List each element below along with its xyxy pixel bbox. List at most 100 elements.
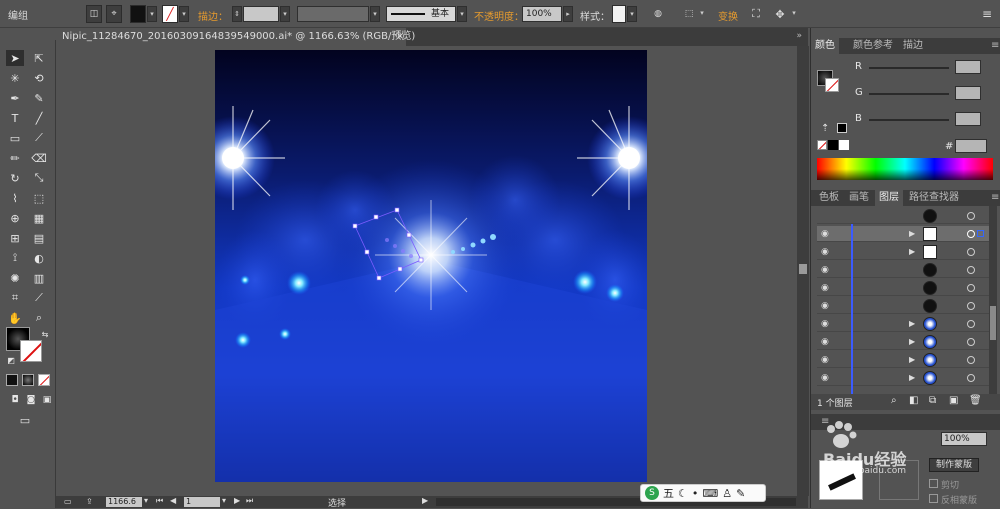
direct-selection-tool-icon[interactable]: ⇱ (30, 50, 48, 66)
layer-row[interactable]: ◉ ▶ (817, 316, 989, 332)
rectangle-tool-icon[interactable]: ▭ (6, 130, 24, 146)
stroke-weight-field[interactable] (243, 6, 279, 22)
layer-row-selected[interactable]: ◉ ▶ (817, 226, 989, 242)
expand-arrow-icon[interactable]: ▶ (909, 229, 915, 238)
recolor-icon[interactable]: ◍ (650, 5, 666, 23)
visibility-eye-icon[interactable]: ◉ (821, 301, 831, 311)
opacity-dropdown[interactable]: ▸ (563, 6, 573, 22)
curvature-icon[interactable]: ✎ (30, 90, 48, 106)
delete-layer-icon[interactable]: 🗑 (969, 395, 982, 406)
first-artboard-icon[interactable]: ⏮ (156, 496, 163, 506)
artboard[interactable] (215, 50, 647, 482)
isolate-mode-icon[interactable]: ✥ (772, 5, 788, 23)
color-mode-icon[interactable] (6, 374, 18, 386)
extra-dropdown[interactable]: ▾ (789, 6, 799, 22)
layer-target-icon[interactable] (967, 248, 975, 256)
opacity-field[interactable]: 100% (522, 6, 562, 22)
visibility-eye-icon[interactable]: ◉ (821, 265, 831, 275)
artboard-number-field[interactable]: 1 (184, 497, 220, 507)
warp-icon[interactable]: ⌇ (6, 190, 24, 206)
export-icon[interactable]: ⇪ (86, 497, 93, 506)
free-transform-icon[interactable]: ⬚ (30, 190, 48, 206)
visibility-eye-icon[interactable]: ◉ (821, 337, 831, 347)
default-colors-icon[interactable]: ◩ (2, 352, 20, 368)
draw-inside-icon[interactable]: ▣ (38, 392, 56, 408)
crop-icon[interactable]: ⛶ (748, 5, 764, 23)
ime-toolbar[interactable]: S 五 ☾ • ⌨ ♙ ✎ (640, 484, 766, 502)
brush-dropdown[interactable]: ▾ (457, 6, 467, 22)
layer-target-icon[interactable] (967, 320, 975, 328)
swap-colors-icon[interactable]: ⇆ (36, 326, 54, 342)
clip-checkbox[interactable] (929, 479, 938, 488)
gradient-mode-icon[interactable] (22, 374, 34, 386)
layer-row[interactable] (817, 208, 989, 224)
next-artboard-icon[interactable]: ▶ (234, 496, 240, 505)
blue-value-field[interactable] (955, 112, 981, 126)
tab-color[interactable]: 颜色 (811, 38, 839, 54)
tools-icon[interactable]: ✎ (736, 487, 745, 500)
scale-icon[interactable]: ⤡ (30, 170, 48, 186)
align-icon[interactable]: ⬚ (682, 5, 696, 23)
stroke-label[interactable]: 描边： (198, 8, 228, 23)
ime-mode-label[interactable]: 五 (663, 485, 674, 501)
gradient-icon[interactable]: ▤ (30, 230, 48, 246)
scroll-thumb[interactable] (799, 264, 807, 274)
eraser-icon[interactable]: ⌫ (30, 150, 48, 166)
layer-target-icon[interactable] (967, 338, 975, 346)
stroke-weight-stepper[interactable]: ⇕ (232, 6, 242, 22)
none-swatch[interactable] (817, 140, 827, 150)
stroke-swatch[interactable]: ╱ (162, 5, 178, 23)
style-swatch[interactable] (612, 5, 626, 23)
layer-target-icon[interactable] (967, 284, 975, 292)
tabbar-arrow-icon[interactable]: » (796, 31, 802, 41)
new-sublayer-icon[interactable]: ⧉ (929, 395, 936, 406)
transform-link[interactable]: 变换 (718, 8, 738, 23)
out-of-gamut-swatch[interactable] (837, 123, 847, 133)
screen-mode-icon[interactable]: ▭ (16, 412, 34, 428)
fill-dropdown[interactable]: ▾ (147, 6, 157, 22)
document-tab[interactable]: Nipic_11284670_20160309164839549000.ai* … (56, 28, 415, 46)
locate-object-icon[interactable]: ⌕ (891, 395, 897, 406)
tab-swatches[interactable]: 色板 (815, 190, 843, 206)
hand-tool-icon[interactable]: ✋ (6, 310, 24, 326)
line-tool-icon[interactable]: ╱ (30, 110, 48, 126)
red-value-field[interactable] (955, 60, 981, 74)
web-safe-icon[interactable]: ⇡ (821, 123, 829, 134)
eyedropper-icon[interactable]: ⟟ (6, 250, 24, 266)
stroke-color-swatch[interactable] (20, 340, 42, 362)
pen-tool-icon[interactable]: ✒ (6, 90, 24, 106)
visibility-eye-icon[interactable]: ◉ (821, 247, 831, 257)
tab-stroke[interactable]: 描边 (899, 38, 927, 54)
expand-arrow-icon[interactable]: ▶ (909, 373, 915, 382)
tab-brushes[interactable]: 画笔 (845, 190, 873, 206)
half-width-icon[interactable]: ☾ (678, 487, 688, 500)
type-tool-icon[interactable]: T (6, 110, 24, 126)
fill-swatch[interactable] (130, 5, 146, 23)
zoom-tool-icon[interactable]: ⌕ (30, 310, 48, 326)
variable-width-dropdown[interactable]: ▾ (370, 6, 380, 22)
selection-indicator[interactable] (977, 230, 984, 237)
visibility-eye-icon[interactable]: ◉ (821, 229, 831, 239)
graph-tool-icon[interactable]: ▥ (30, 270, 48, 286)
green-value-field[interactable] (955, 86, 981, 100)
layers-panel-menu-icon[interactable]: ≡ (987, 190, 1000, 206)
visibility-eye-icon[interactable]: ◉ (821, 373, 831, 383)
symbol-sprayer-icon[interactable]: ✺ (6, 270, 24, 286)
punctuation-icon[interactable]: • (692, 487, 699, 500)
skin-icon[interactable]: ♙ (722, 487, 732, 500)
pencil-icon[interactable]: ✏ (6, 150, 24, 166)
layer-row[interactable]: ◉ (817, 280, 989, 296)
layer-target-icon[interactable] (967, 230, 975, 238)
expand-arrow-icon[interactable]: ▶ (909, 319, 915, 328)
color-spectrum[interactable] (817, 158, 993, 180)
brush-stroke-field[interactable]: 基本 (386, 6, 456, 22)
layer-target-icon[interactable] (967, 374, 975, 382)
layers-list[interactable]: ◉ ▶ ◉ ▶ ◉ ◉ ◉ ◉ ▶ ◉ ▶ ◉ ▶ ◉ ▶ (811, 206, 989, 394)
prev-artboard-icon[interactable]: ◀ (170, 496, 176, 505)
stroke-dropdown[interactable]: ▾ (179, 6, 189, 22)
align-dropdown[interactable]: ▾ (697, 6, 707, 22)
layer-target-icon[interactable] (967, 356, 975, 364)
layer-target-icon[interactable] (967, 266, 975, 274)
expand-arrow-icon[interactable]: ▶ (909, 247, 915, 256)
layer-row[interactable]: ◉ ▶ (817, 370, 989, 386)
